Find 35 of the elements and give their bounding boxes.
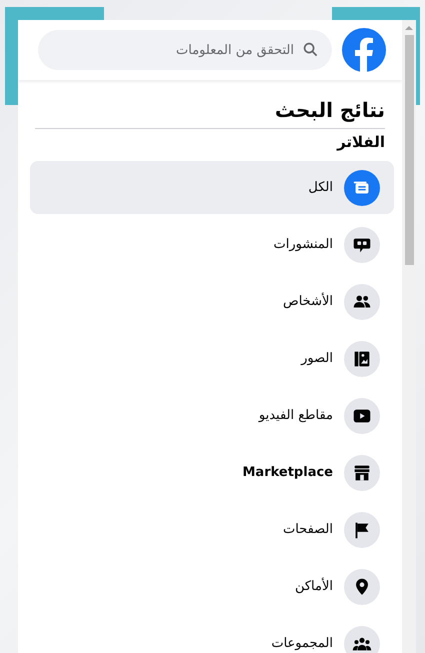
- play-icon: [344, 398, 380, 434]
- people-icon: [344, 284, 380, 320]
- filter-item[interactable]: الصفحات: [30, 503, 394, 556]
- scrollbar-thumb[interactable]: [404, 35, 414, 265]
- search-icon: [303, 42, 318, 57]
- filter-label: الصفحات: [282, 522, 333, 537]
- speech-bubble-icon: [344, 226, 380, 262]
- search-field[interactable]: التحقق من المعلومات: [38, 30, 332, 70]
- filter-item[interactable]: الأشخاص: [30, 275, 394, 328]
- filter-item[interactable]: المنشورات: [30, 218, 394, 271]
- location-pin-icon: [344, 568, 380, 604]
- filter-label: المجموعات: [271, 636, 333, 651]
- filter-item[interactable]: الأماكن: [30, 560, 394, 613]
- scroll-up-arrow-icon[interactable]: [405, 25, 413, 31]
- filter-item[interactable]: المجموعات: [30, 617, 394, 653]
- filter-label: Marketplace: [242, 465, 333, 480]
- filter-label: الكل: [308, 180, 333, 195]
- scrollbar[interactable]: [402, 20, 416, 653]
- filters-heading: الفلاتر: [336, 133, 385, 151]
- filter-item[interactable]: Marketplace: [30, 446, 394, 499]
- filter-item[interactable]: الكل: [30, 161, 394, 214]
- list-icon: [344, 170, 380, 206]
- image-icon: [344, 340, 380, 376]
- storefront-icon: [344, 454, 380, 490]
- filter-item[interactable]: مقاطع الفيديو: [30, 389, 394, 442]
- filter-label: الصور: [301, 351, 333, 366]
- facebook-logo[interactable]: [342, 28, 386, 72]
- filter-label: المنشورات: [274, 237, 333, 252]
- group-icon: [344, 626, 380, 653]
- flag-icon: [344, 512, 380, 548]
- filter-item[interactable]: الصور: [30, 332, 394, 385]
- filter-label: مقاطع الفيديو: [258, 408, 333, 423]
- filter-label: الأماكن: [294, 579, 333, 594]
- filter-label: الأشخاص: [283, 294, 333, 309]
- results-title: نتائج البحث: [274, 98, 385, 122]
